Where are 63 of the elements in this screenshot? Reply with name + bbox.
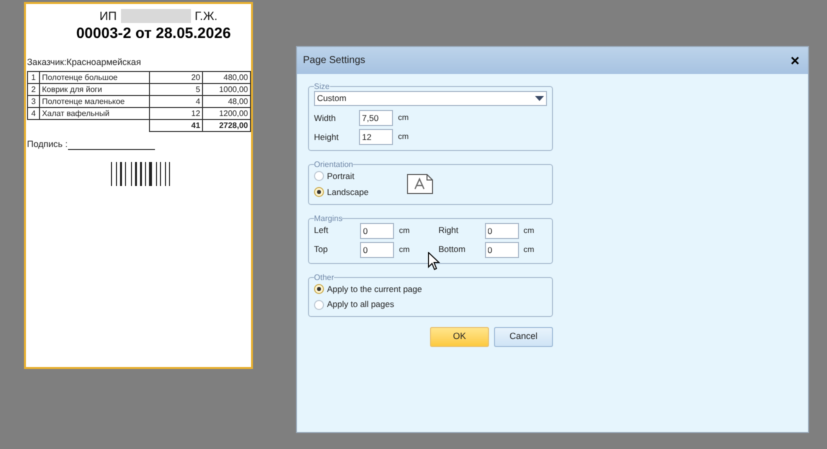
radio-label: Landscape [327, 186, 369, 198]
signature-label: Подпись : [27, 139, 68, 150]
field-label: Top [314, 243, 329, 256]
table-cell: 3 [28, 96, 40, 108]
unit-label: cm [524, 244, 534, 256]
text-field[interactable]: 7,50 [359, 110, 393, 126]
group-label: Size [314, 82, 330, 91]
unit-label: cm [398, 112, 409, 124]
text-field[interactable]: 0 [360, 222, 394, 238]
text-field[interactable]: 0 [484, 222, 518, 238]
table-cell: Полотенце маленькое [39, 96, 150, 108]
unit-label: cm [524, 224, 534, 236]
radio-button[interactable] [314, 187, 324, 198]
group-label: Margins [314, 214, 342, 222]
field-label: Height [314, 130, 340, 144]
table-cell: 4 [28, 108, 40, 120]
table-cell: 5 [149, 84, 203, 96]
total-cell: 41 [149, 120, 203, 132]
customer-text: Заказчик:Красноармейская [27, 56, 142, 68]
radio-button[interactable] [314, 284, 324, 294]
unit-label: cm [398, 131, 409, 143]
table-cell: 48,00 [202, 96, 250, 108]
radio-label: Apply to all pages [327, 298, 394, 311]
table-cell: Полотенце большое [39, 72, 150, 84]
field-label: Right [438, 224, 460, 237]
text-field[interactable]: 12 [359, 129, 393, 145]
table-cell: 1 [28, 72, 40, 84]
dialog-button[interactable]: Cancel [494, 327, 553, 347]
document-title: 00003-2 от 28.05.2026 [75, 25, 232, 43]
unit-label: cm [399, 244, 410, 256]
header-text: ИП [99, 9, 117, 23]
dropdown-value: Custom [317, 92, 346, 105]
radio-button[interactable] [314, 300, 324, 310]
table-cell: Халат вафельный [39, 108, 150, 120]
radio-button[interactable] [314, 171, 324, 182]
table-cell: 1200,00 [202, 108, 250, 120]
table-cell: Коврик для йоги [39, 84, 150, 96]
page-icon [406, 174, 433, 194]
header-text: Г.Ж. [194, 9, 218, 23]
group-label: Other [314, 272, 334, 282]
table-cell: 12 [149, 108, 203, 120]
table-cell: 20 [149, 72, 203, 84]
field-label: Left [314, 224, 330, 237]
total-cell: 2728,00 [202, 120, 250, 132]
close-button[interactable]: ✕ [788, 54, 802, 66]
dialog-title: Page Settings [303, 54, 366, 68]
radio-label: Portrait [327, 170, 354, 183]
unit-label: cm [399, 224, 410, 236]
text-field[interactable]: 0 [360, 242, 394, 258]
cursor-icon [428, 252, 440, 271]
table-cell: 480,00 [202, 72, 250, 84]
text-field[interactable]: 0 [484, 242, 518, 258]
table-cell: 4 [149, 96, 203, 108]
field-label: Bottom [438, 243, 466, 256]
dropdown[interactable]: Custom [314, 91, 547, 106]
table-cell: 1000,00 [202, 84, 250, 96]
dialog-button[interactable]: OK [430, 327, 489, 347]
table-cell: 2 [28, 84, 40, 96]
group-label: Orientation [314, 160, 354, 169]
radio-label: Apply to the current page [327, 282, 422, 296]
caret-icon [535, 96, 544, 101]
redacted-block [120, 9, 191, 23]
field-label: Width [314, 112, 337, 124]
